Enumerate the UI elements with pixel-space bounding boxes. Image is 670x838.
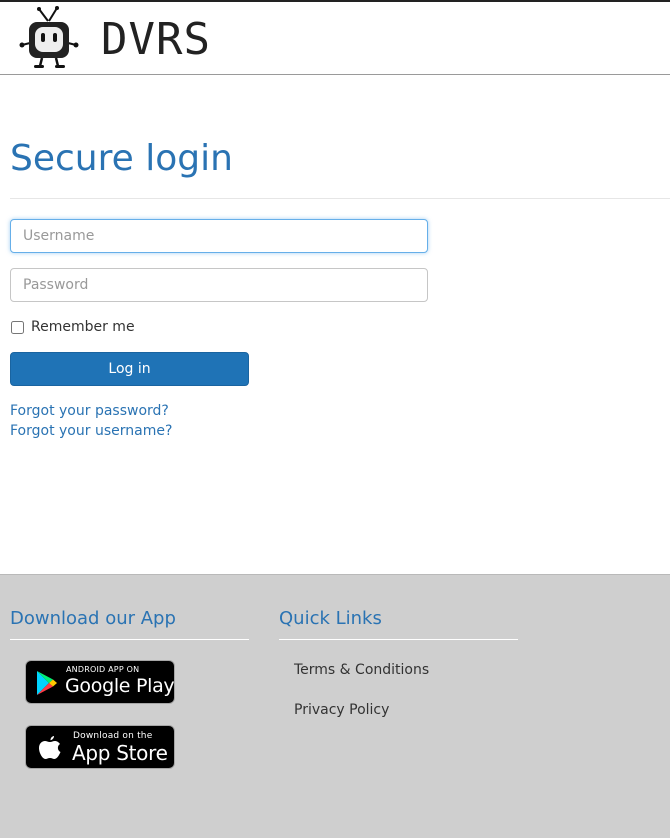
google-badge-small-text: ANDROID APP ON xyxy=(66,665,140,674)
terms-conditions-link[interactable]: Terms & Conditions xyxy=(294,660,429,680)
privacy-policy-link[interactable]: Privacy Policy xyxy=(294,700,389,720)
apple-badge-small-text: Download on the xyxy=(73,731,153,741)
site-header: DVRS xyxy=(0,2,670,75)
home-logo-link[interactable]: DVRS xyxy=(18,5,253,71)
forgot-username-link[interactable]: Forgot your username? xyxy=(10,421,172,441)
forgot-password-link[interactable]: Forgot your password? xyxy=(10,401,169,421)
google-play-icon xyxy=(37,671,57,695)
logo-text: DVRS xyxy=(101,14,211,65)
quick-links-heading: Quick Links xyxy=(279,608,382,629)
tv-mascot-icon xyxy=(19,6,79,68)
title-divider xyxy=(10,198,670,199)
remember-me-row[interactable]: Remember me xyxy=(10,317,135,337)
apple-badge-big-text: App Store xyxy=(72,741,168,765)
apple-icon xyxy=(39,736,61,759)
quick-links-divider xyxy=(279,639,518,640)
google-play-badge[interactable]: ANDROID APP ON Google Play xyxy=(25,660,175,704)
download-app-divider xyxy=(10,639,249,640)
app-store-badge[interactable]: Download on the App Store xyxy=(25,725,175,769)
password-input[interactable] xyxy=(10,268,428,302)
login-button[interactable]: Log in xyxy=(10,352,249,386)
username-input[interactable] xyxy=(10,219,428,253)
remember-me-checkbox[interactable] xyxy=(11,320,24,334)
page-title: Secure login xyxy=(10,138,233,179)
site-footer: Download our App Quick Links ANDROID APP… xyxy=(0,574,670,838)
google-badge-big-text: Google Play xyxy=(65,675,175,697)
download-app-heading: Download our App xyxy=(10,608,176,629)
remember-me-label: Remember me xyxy=(31,319,135,335)
